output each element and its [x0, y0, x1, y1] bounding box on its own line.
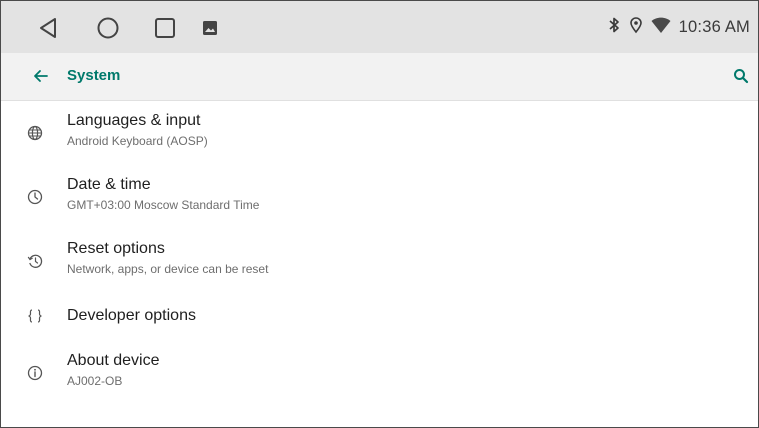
setting-reset-options[interactable]: Reset options Network, apps, or device c… — [1, 239, 758, 299]
page-title: System — [67, 67, 121, 84]
setting-text: Developer options — [67, 306, 196, 326]
setting-text: Reset options Network, apps, or device c… — [67, 239, 268, 277]
location-icon — [629, 16, 643, 39]
setting-languages-input[interactable]: Languages & input Android Keyboard (AOSP… — [1, 111, 758, 171]
setting-subtitle: Android Keyboard (AOSP) — [67, 134, 208, 148]
setting-title: Date & time — [67, 176, 151, 193]
nav-recents-icon[interactable] — [152, 15, 178, 41]
wifi-icon — [651, 16, 671, 39]
nav-home-icon[interactable] — [95, 15, 121, 41]
system-bar: 10:36 AM — [1, 1, 758, 53]
setting-title: Reset options — [67, 240, 165, 257]
status-icons: 10:36 AM — [607, 1, 750, 53]
clock-time: 10:36 AM — [678, 17, 750, 36]
setting-title: Languages & input — [67, 112, 201, 129]
setting-subtitle: GMT+03:00 Moscow Standard Time — [67, 198, 260, 212]
app-bar: System — [1, 53, 758, 101]
setting-subtitle: AJ002-OB — [67, 374, 123, 388]
gallery-icon[interactable] — [197, 15, 223, 41]
screen: 10:36 AM System Languages & input Androi… — [0, 0, 759, 428]
history-icon — [25, 251, 45, 271]
clock-icon — [25, 187, 45, 207]
setting-subtitle: Network, apps, or device can be reset — [67, 262, 269, 276]
setting-date-time[interactable]: Date & time GMT+03:00 Moscow Standard Ti… — [1, 175, 758, 235]
bluetooth-icon — [607, 16, 621, 39]
nav-back-icon[interactable] — [35, 15, 61, 41]
setting-title: Developer options — [67, 307, 196, 324]
setting-text: About device AJ002-OB — [67, 351, 160, 389]
braces-icon — [25, 306, 45, 326]
setting-text: Languages & input Android Keyboard (AOSP… — [67, 111, 208, 149]
setting-title: About device — [67, 352, 160, 369]
setting-about-device[interactable]: About device AJ002-OB — [1, 351, 758, 411]
search-icon[interactable] — [732, 67, 750, 85]
setting-text: Date & time GMT+03:00 Moscow Standard Ti… — [67, 175, 259, 213]
info-icon — [25, 363, 45, 383]
globe-icon — [25, 123, 45, 143]
arrow-left-icon[interactable] — [31, 66, 51, 86]
